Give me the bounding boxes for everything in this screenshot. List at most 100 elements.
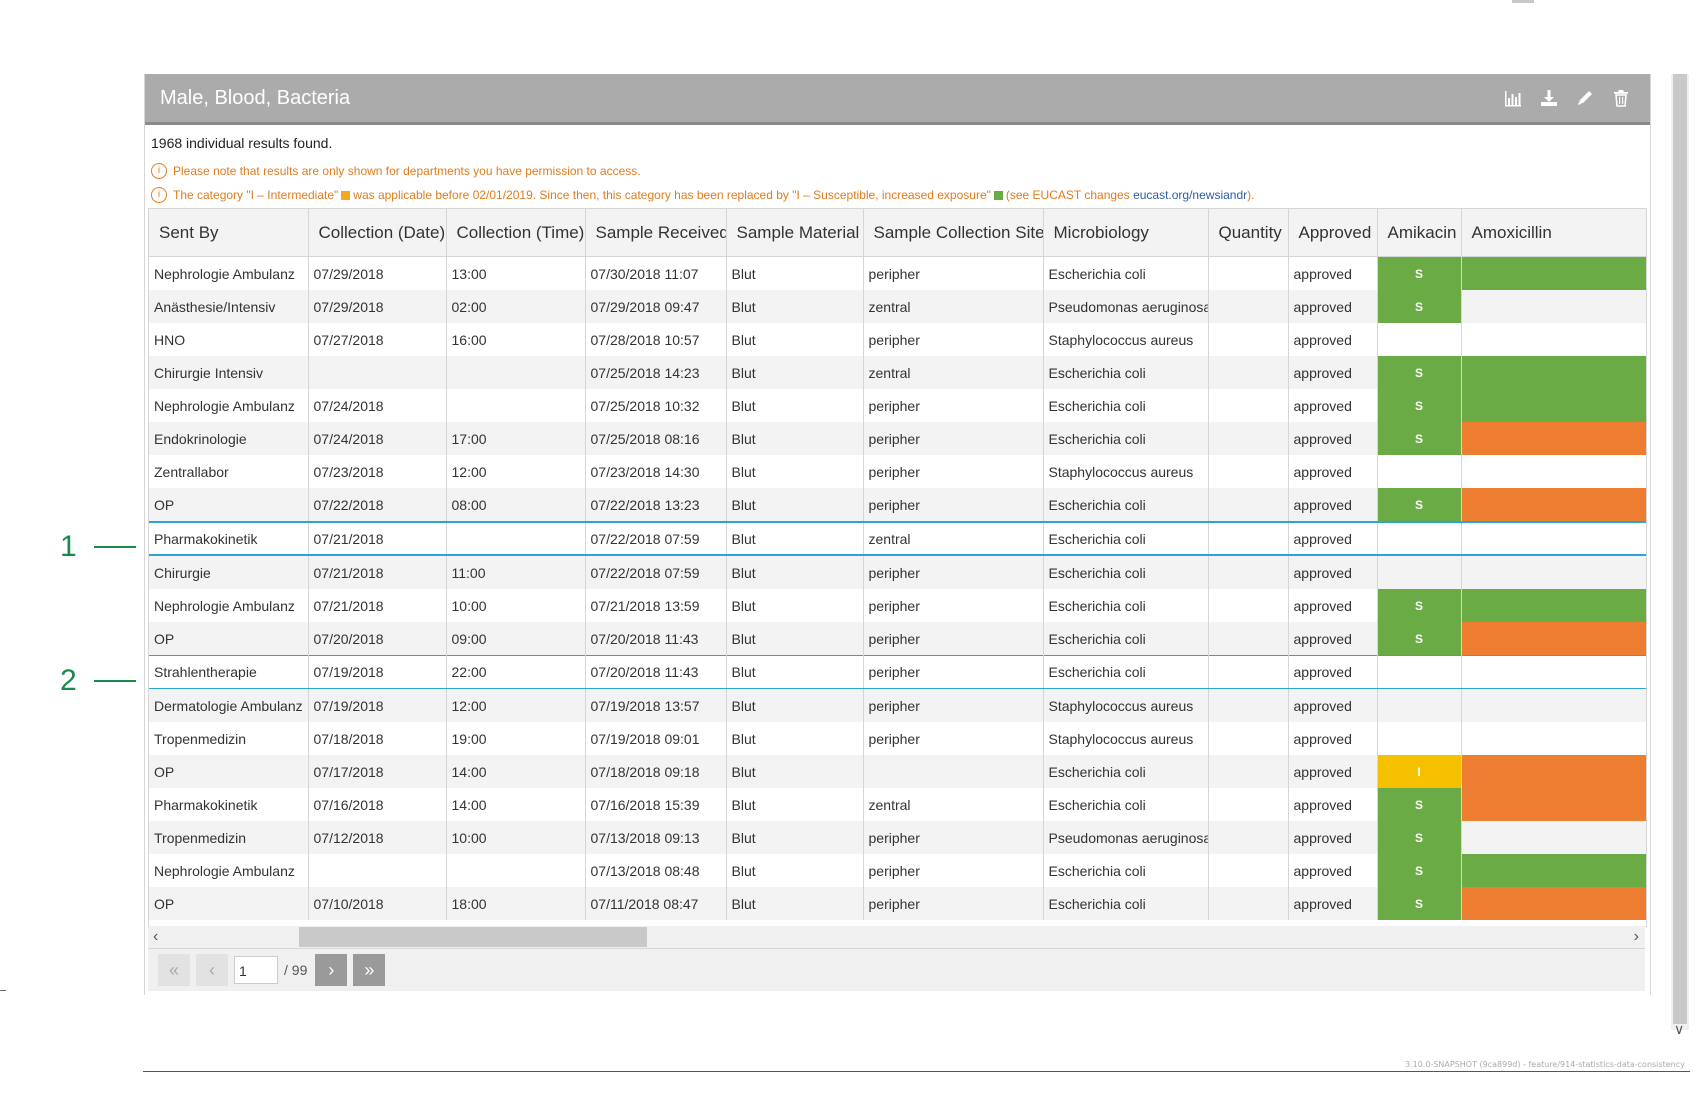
- cell-quantity: [1208, 323, 1289, 356]
- table-row[interactable]: OP 07/17/2018 14:00 07/18/2018 09:18 Blut Esc…: [149, 755, 1646, 788]
- cell-sample-received: 07/25/2018 14:23: [585, 356, 727, 389]
- cell-approved: approved: [1288, 788, 1378, 821]
- cell-quantity: [1208, 788, 1289, 821]
- download-icon[interactable]: [1540, 89, 1558, 107]
- cell-collection-time: 10:00: [446, 589, 586, 622]
- table-row[interactable]: Nephrologie Ambulanz 07/21/2018 10:00 07/21…: [149, 589, 1646, 622]
- cell-sample-received: 07/30/2018 11:07: [585, 256, 727, 290]
- cell-approved: approved: [1288, 389, 1378, 422]
- cell-approved: approved: [1288, 622, 1378, 656]
- eucast-link[interactable]: eucast.org/newsiandr: [1133, 188, 1247, 202]
- cell-collection-time: 13:00: [446, 256, 586, 290]
- column-header[interactable]: Sample Material: [726, 209, 864, 257]
- table-row[interactable]: Tropenmedizin 07/18/2018 19:00 07/19/2018 0…: [149, 722, 1646, 755]
- scroll-right-icon[interactable]: ›: [1634, 928, 1639, 946]
- scroll-left-icon[interactable]: ‹: [153, 928, 158, 946]
- cell-collection-site: [863, 755, 1044, 788]
- cell-approved: approved: [1288, 356, 1378, 389]
- permission-notice-text: Please note that results are only shown …: [173, 164, 641, 178]
- cell-collection-date: 07/19/2018: [308, 655, 447, 689]
- cell-microbiology: Pseudomonas aeruginosa: [1043, 821, 1209, 854]
- first-page-button[interactable]: «: [158, 954, 190, 986]
- cell-sent-by: OP: [149, 488, 309, 522]
- vertical-scrollbar[interactable]: ∨: [1671, 74, 1689, 1037]
- cell-collection-date: [308, 854, 447, 887]
- cell-sent-by: Nephrologie Ambulanz: [149, 854, 309, 887]
- cell-collection-site: zentral: [863, 521, 1044, 556]
- column-header[interactable]: Sample Collection Site: [863, 209, 1044, 257]
- cell-microbiology: Staphylococcus aureus: [1043, 455, 1209, 488]
- table-row[interactable]: Nephrologie Ambulanz 07/24/2018 07/25/2018…: [149, 389, 1646, 422]
- cell-collection-time: [446, 854, 586, 887]
- table-row[interactable]: OP 07/22/2018 08:00 07/22/2018 13:23 Blut per…: [149, 488, 1646, 522]
- cell-approved: approved: [1288, 755, 1378, 788]
- column-header[interactable]: Collection (Date): [308, 209, 447, 257]
- trash-icon[interactable]: [1612, 89, 1630, 107]
- eucast-text-4: ).: [1247, 188, 1255, 202]
- column-header[interactable]: Amikacin: [1377, 209, 1462, 257]
- table-row[interactable]: Strahlentherapie 07/19/2018 22:00 07/20/201…: [149, 655, 1646, 689]
- cell-sample-received: 07/18/2018 09:18: [585, 755, 727, 788]
- cell-collection-date: 07/29/2018: [308, 290, 447, 323]
- vertical-scroll-thumb[interactable]: [1673, 74, 1687, 1024]
- cell-sample-material: Blut: [726, 887, 864, 920]
- cell-sample-received: 07/19/2018 13:57: [585, 688, 727, 722]
- cell-approved: approved: [1288, 488, 1378, 522]
- table-row[interactable]: Dermatologie Ambulanz 07/19/2018 12:00 07/1…: [149, 688, 1646, 722]
- cell-collection-site: zentral: [863, 356, 1044, 389]
- cell-microbiology: Escherichia coli: [1043, 389, 1209, 422]
- column-header[interactable]: Amoxicillin: [1461, 209, 1646, 257]
- column-header[interactable]: Quantity: [1208, 209, 1289, 257]
- cell-collection-site: peripher: [863, 655, 1044, 689]
- cell-quantity: [1208, 356, 1289, 389]
- callout-line: [94, 680, 136, 682]
- cell-sample-received: 07/29/2018 09:47: [585, 290, 727, 323]
- cell-quantity: [1208, 755, 1289, 788]
- cell-collection-time: [446, 389, 586, 422]
- page-total: / 99: [284, 962, 308, 978]
- cell-sent-by: Endokrinologie: [149, 422, 309, 455]
- table-row[interactable]: Nephrologie Ambulanz 07/29/2018 13:00 07/30…: [149, 256, 1646, 290]
- column-header[interactable]: Collection (Time): [446, 209, 586, 257]
- table-row[interactable]: Anästhesie/Intensiv 07/29/2018 02:00 07/29/…: [149, 290, 1646, 323]
- cell-sent-by: OP: [149, 755, 309, 788]
- last-page-button[interactable]: »: [353, 954, 386, 986]
- table-row[interactable]: Chirurgie 07/21/2018 11:00 07/22/2018 07:59…: [149, 555, 1646, 589]
- callout-1: 1: [60, 530, 136, 564]
- cell-amoxicillin: [1461, 488, 1646, 522]
- horizontal-scrollbar[interactable]: ‹ ›: [148, 926, 1645, 949]
- table-row[interactable]: OP 07/10/2018 18:00 07/11/2018 08:47 Blut per…: [149, 887, 1646, 920]
- page-number-input[interactable]: 1: [234, 956, 278, 984]
- chart-icon[interactable]: [1504, 89, 1522, 107]
- cell-sample-received: 07/21/2018 13:59: [585, 589, 727, 622]
- next-page-button[interactable]: ›: [315, 954, 348, 986]
- horizontal-scroll-thumb[interactable]: [299, 927, 647, 947]
- table-row[interactable]: Pharmakokinetik 07/16/2018 14:00 07/16/2018…: [149, 788, 1646, 821]
- cell-amikacin: S: [1377, 655, 1462, 689]
- column-header[interactable]: Approved: [1288, 209, 1378, 257]
- table-row[interactable]: Zentrallabor 07/23/2018 12:00 07/23/2018 14…: [149, 455, 1646, 488]
- table-row[interactable]: Chirurgie Intensiv 07/25/2018 14:23 Blut ze…: [149, 356, 1646, 389]
- cell-collection-time: 18:00: [446, 887, 586, 920]
- column-header[interactable]: Microbiology: [1043, 209, 1209, 257]
- table-row[interactable]: HNO 07/27/2018 16:00 07/28/2018 10:57 Blut pe…: [149, 323, 1646, 356]
- scroll-down-icon[interactable]: ∨: [1674, 1021, 1684, 1038]
- table-row[interactable]: Nephrologie Ambulanz 07/13/2018 08:48 Blut…: [149, 854, 1646, 887]
- table-row[interactable]: Endokrinologie 07/24/2018 17:00 07/25/2018 …: [149, 422, 1646, 455]
- cell-microbiology: Escherichia coli: [1043, 622, 1209, 656]
- column-header[interactable]: Sample Received: [585, 209, 727, 257]
- cell-collection-time: 17:00: [446, 422, 586, 455]
- column-header[interactable]: Sent By: [149, 209, 309, 257]
- table-row[interactable]: OP 07/20/2018 09:00 07/20/2018 11:43 Blut per…: [149, 622, 1646, 656]
- cell-amoxicillin: [1461, 555, 1646, 589]
- cell-collection-time: 08:00: [446, 488, 586, 522]
- cell-approved: approved: [1288, 722, 1378, 755]
- cell-quantity: [1208, 422, 1289, 455]
- info-icon: i: [151, 163, 167, 179]
- prev-page-button[interactable]: ‹: [196, 954, 228, 986]
- table-row[interactable]: Tropenmedizin 07/12/2018 10:00 07/13/2018 0…: [149, 821, 1646, 854]
- table-row[interactable]: Pharmakokinetik 07/21/2018 07/22/2018 07:5…: [149, 521, 1646, 556]
- cell-sample-material: Blut: [726, 788, 864, 821]
- cell-sent-by: Zentrallabor: [149, 455, 309, 488]
- edit-icon[interactable]: [1576, 89, 1594, 107]
